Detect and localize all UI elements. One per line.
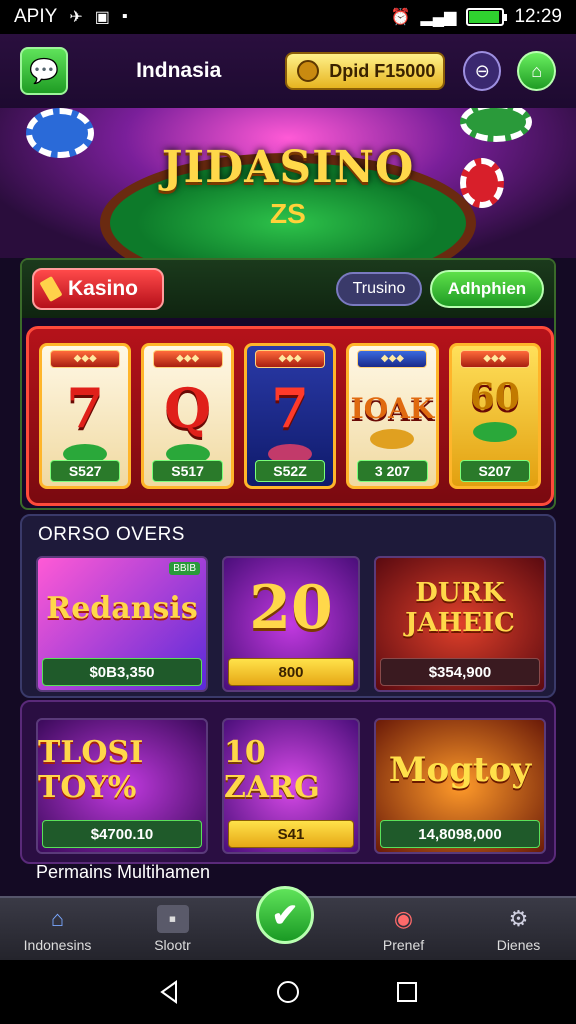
offers-title: ORRSO OVERS bbox=[38, 524, 185, 545]
nav-item-prenef[interactable]: ◉ Prenef bbox=[346, 898, 461, 960]
offer-price: $0B3,350 bbox=[42, 658, 202, 686]
balance-text: Dpid F15000 bbox=[329, 60, 436, 81]
games-section: TLOSI TOY% $4700.10 10 ZARG S41 Mogtoy 1… bbox=[20, 700, 556, 864]
slot-reel[interactable]: ◆◆◆ 60 S207 bbox=[448, 343, 542, 489]
check-icon[interactable]: ✔ bbox=[256, 886, 314, 944]
slot-reel[interactable]: ◆◆◆ 7 S52Z bbox=[243, 343, 337, 489]
tab-kasino[interactable]: Kasino bbox=[32, 268, 164, 310]
offers-section: ORRSO OVERS Redansis BBIB $0B3,350 20 80… bbox=[20, 514, 556, 698]
media-icon: ▣ bbox=[94, 9, 110, 26]
carrier-text: APIY bbox=[14, 6, 58, 27]
game-price: $4700.10 bbox=[42, 820, 202, 848]
game-card[interactable]: TLOSI TOY% $4700.10 bbox=[36, 718, 208, 854]
reel-value: 3 207 bbox=[357, 460, 428, 482]
recents-icon[interactable] bbox=[394, 979, 420, 1005]
tag-icon bbox=[39, 275, 63, 303]
reel-symbol: Q bbox=[164, 376, 212, 440]
battery-icon bbox=[466, 8, 508, 26]
region-title: Indnasia bbox=[136, 59, 222, 82]
reel-value: S207 bbox=[459, 460, 531, 482]
reel-value: S527 bbox=[50, 460, 121, 482]
target-icon: ◉ bbox=[393, 906, 414, 931]
tab-trusino[interactable]: Trusino bbox=[336, 272, 422, 306]
reel-symbol: 7 bbox=[271, 376, 309, 440]
status-bar: APIY ✈ ▣ ▪ ⏰ ▂▄▆ 12:29 bbox=[0, 0, 576, 34]
coin-icon bbox=[297, 60, 320, 82]
house-icon: ⌂ bbox=[50, 906, 65, 931]
nav-item-indonesins[interactable]: ⌂ Indonesins bbox=[0, 898, 115, 960]
reel-symbol: IOAK bbox=[350, 392, 435, 425]
game-art: TLOSI TOY% bbox=[38, 735, 144, 805]
nav-label: Dienes bbox=[496, 937, 541, 953]
nav-label: Indonesins bbox=[23, 937, 92, 953]
chat-icon[interactable]: 💬 bbox=[20, 47, 69, 95]
nav-label: Prenef bbox=[382, 937, 425, 953]
reel-header: ◆◆◆ bbox=[357, 350, 428, 368]
bottom-nav: ⌂ Indonesins ▪ Slootr ✔ ◉ Prenef ⚙ Diene… bbox=[0, 886, 576, 960]
hero-title: JIDASINO bbox=[161, 142, 415, 193]
system-nav bbox=[0, 960, 576, 1024]
offer-price: 800 bbox=[228, 658, 354, 686]
gold-icon bbox=[370, 429, 415, 449]
slot-reel[interactable]: ◆◆◆ 7 S527 bbox=[39, 343, 132, 489]
nav-item-dienes[interactable]: ⚙ Dienes bbox=[461, 898, 576, 960]
balance-button[interactable]: Dpid F15000 bbox=[285, 52, 445, 90]
section-footer-label: Permains Multihamen bbox=[36, 862, 211, 882]
offer-card[interactable]: Redansis BBIB $0B3,350 bbox=[36, 556, 208, 692]
leaf-icon bbox=[472, 422, 517, 442]
nav-item-center[interactable]: ✔ bbox=[230, 886, 346, 960]
reel-value: S517 bbox=[152, 460, 223, 482]
game-card[interactable]: 10 ZARG S41 bbox=[222, 718, 360, 854]
reel-symbol: 7 bbox=[66, 376, 104, 440]
reel-header: ◆◆◆ bbox=[255, 350, 326, 368]
nav-label: Slootr bbox=[154, 937, 191, 953]
reel-header: ◆◆◆ bbox=[459, 350, 530, 368]
panel-tabs: Kasino Trusino Adhphien bbox=[22, 260, 554, 318]
app-bar: 💬 Indnasia Dpid F15000 ⊖ ⌂ bbox=[0, 34, 576, 108]
notification-icon: ✈ bbox=[69, 9, 83, 26]
offer-badge: BBIB bbox=[169, 562, 200, 575]
offer-art: DURK JAHEIC bbox=[405, 578, 515, 638]
game-card[interactable]: Mogtoy 14,8098,000 bbox=[374, 718, 546, 854]
back-icon[interactable] bbox=[156, 979, 182, 1005]
offer-price: $354,900 bbox=[380, 658, 540, 686]
settings-icon[interactable]: ⊖ bbox=[462, 51, 502, 91]
slot-panel: Kasino Trusino Adhphien ◆◆◆ 7 S527 ◆◆◆ Q… bbox=[20, 258, 556, 510]
game-price: 14,8098,000 bbox=[380, 820, 540, 848]
reel-header: ◆◆◆ bbox=[152, 350, 223, 368]
home-icon[interactable]: ⌂ bbox=[517, 51, 556, 91]
home-nav-icon[interactable] bbox=[275, 979, 301, 1005]
poker-chip-icon bbox=[460, 108, 532, 142]
tab-adhphien[interactable]: Adhphien bbox=[430, 270, 544, 308]
reel-symbol: 60 bbox=[469, 376, 520, 418]
game-art: 10 ZARG bbox=[224, 735, 320, 805]
offer-art: 20 bbox=[249, 573, 333, 643]
hero-banner[interactable]: ZS JIDASINO bbox=[0, 108, 576, 258]
reel-header: ◆◆◆ bbox=[50, 350, 121, 368]
slot-icon: ▪ bbox=[156, 905, 189, 933]
slot-reel[interactable]: ◆◆◆ Q S517 bbox=[141, 343, 234, 489]
tab-kasino-label: Kasino bbox=[68, 277, 139, 300]
nav-item-slootr[interactable]: ▪ Slootr bbox=[115, 898, 230, 960]
offer-card[interactable]: 20 800 bbox=[222, 556, 360, 692]
slot-reels[interactable]: ◆◆◆ 7 S527 ◆◆◆ Q S517 ◆◆◆ 7 S52Z ◆◆◆ IOA… bbox=[26, 326, 554, 506]
table-emblem: ZS bbox=[270, 198, 306, 229]
signal-icon: ▂▄▆ bbox=[420, 9, 457, 26]
alarm-icon: ⏰ bbox=[390, 9, 411, 26]
game-price: S41 bbox=[228, 820, 354, 848]
game-art: Mogtoy bbox=[388, 750, 532, 790]
reel-value: S52Z bbox=[254, 460, 326, 482]
gear-icon: ⚙ bbox=[508, 906, 529, 931]
offer-card[interactable]: DURK JAHEIC $354,900 bbox=[374, 556, 546, 692]
slot-reel[interactable]: ◆◆◆ IOAK 3 207 bbox=[346, 343, 439, 489]
message-icon: ▪ bbox=[121, 8, 128, 25]
clock-text: 12:29 bbox=[514, 6, 562, 27]
